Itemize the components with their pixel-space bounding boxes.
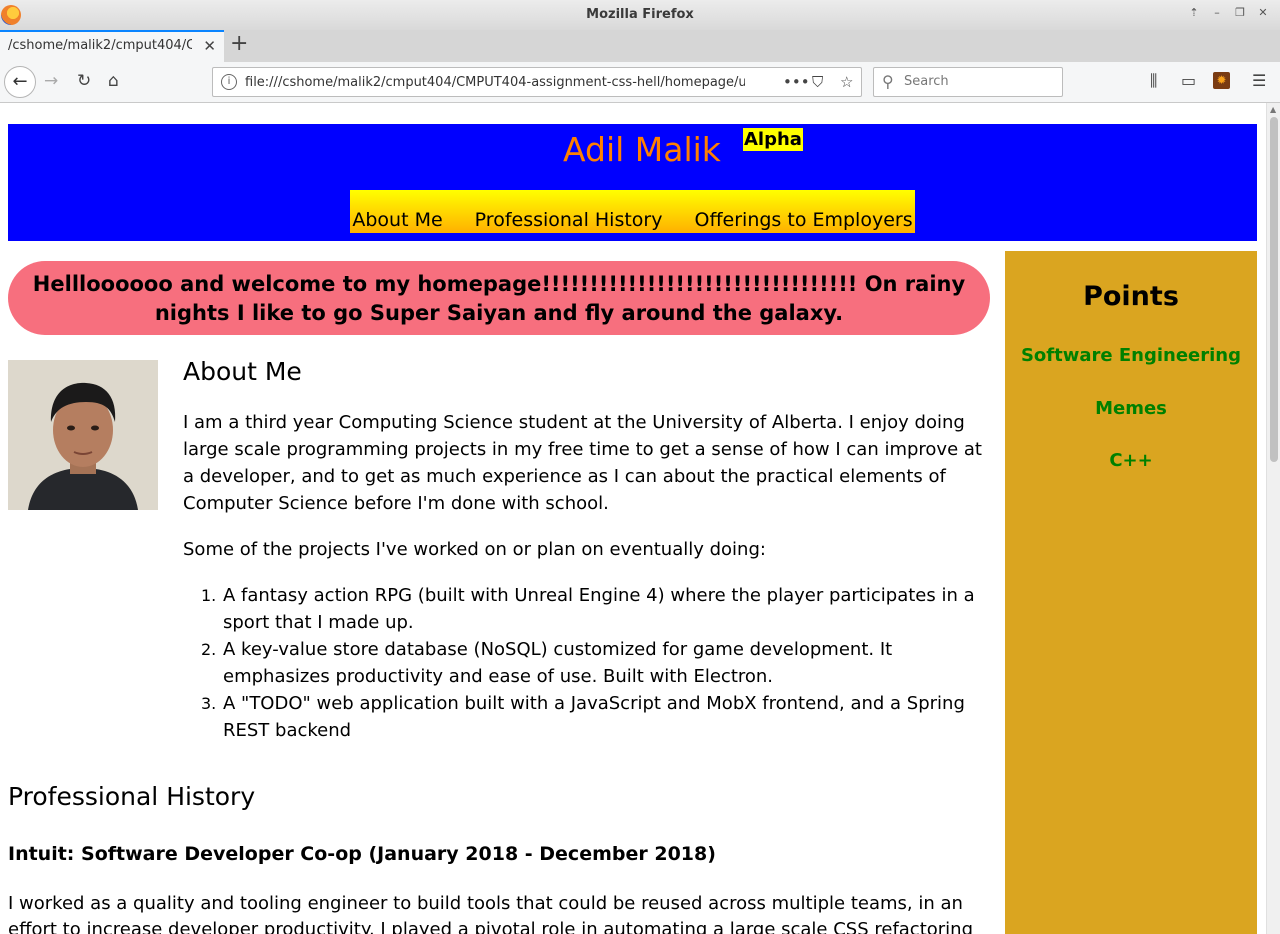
about-section: About Me I am a third year Computing Sci…	[183, 356, 993, 741]
pocket-icon[interactable]: ⛉	[812, 73, 823, 91]
new-tab-icon[interactable]: +	[230, 33, 248, 55]
info-icon[interactable]: i	[221, 74, 237, 90]
hamburger-menu-icon[interactable]: ☰	[1252, 71, 1266, 90]
about-intro: I am a third year Computing Science stud…	[183, 412, 982, 514]
list-item-number: 2.	[201, 640, 217, 659]
profile-photo-image	[8, 360, 158, 510]
points-sidebar: Points Software Engineering Memes C++	[1005, 251, 1257, 934]
alpha-badge: Alpha	[743, 128, 803, 151]
job-title: Intuit: Software Developer Co-op (Januar…	[8, 843, 716, 865]
sidebar-icon[interactable]: ▭	[1181, 71, 1196, 90]
projects-intro: Some of the projects I've worked on or p…	[183, 539, 766, 560]
page-scrollbar[interactable]: ▲	[1266, 103, 1280, 934]
nav-link-professional-history[interactable]: Professional History	[475, 209, 663, 233]
search-input[interactable]	[904, 74, 1054, 89]
page-viewport: Adil Malik Alpha About Me Professional H…	[0, 103, 1266, 934]
window-scroll-up-icon[interactable]: ⇡	[1185, 5, 1203, 21]
list-item-number: 1.	[201, 586, 217, 605]
list-item-text: A "TODO" web application built with a Ja…	[223, 693, 965, 741]
reload-icon[interactable]: ↻	[77, 71, 91, 91]
welcome-banner: Hellloooooo and welcome to my homepage!!…	[8, 261, 990, 335]
list-item: 3. A "TODO" web application built with a …	[201, 690, 993, 744]
list-item-number: 3.	[201, 694, 217, 713]
tab-title: /cshome/malik2/cmput404/CMPUT404-assignm…	[8, 38, 192, 53]
profile-photo	[8, 360, 158, 510]
nav-link-offerings[interactable]: Offerings to Employers	[695, 209, 913, 233]
site-header: Adil Malik Alpha About Me Professional H…	[8, 124, 1257, 241]
window-title: Mozilla Firefox	[586, 7, 694, 22]
tab-active[interactable]: /cshome/malik2/cmput404/CMPUT404-assignm…	[0, 30, 224, 62]
window-titlebar: Mozilla Firefox ⇡ – ❐ ✕	[0, 0, 1280, 31]
list-item: 2. A key-value store database (NoSQL) cus…	[201, 636, 993, 690]
projects-list: 1. A fantasy action RPG (built with Unrea…	[201, 582, 993, 744]
minimize-icon[interactable]: –	[1208, 5, 1226, 21]
extension-icon[interactable]: ✹	[1213, 72, 1230, 89]
forward-icon[interactable]: →	[44, 71, 58, 91]
site-title: Adil Malik	[563, 130, 721, 169]
navigation-toolbar: ← → ↻ ⌂ i file:///cshome/malik2/cmput404…	[0, 62, 1280, 103]
tab-bar: /cshome/malik2/cmput404/CMPUT404-assignm…	[0, 30, 1280, 63]
library-icon[interactable]: ⫼	[1150, 71, 1157, 91]
list-item-text: A fantasy action RPG (built with Unreal …	[223, 585, 975, 633]
window-controls: ⇡ – ❐ ✕	[1185, 5, 1272, 21]
about-heading: About Me	[183, 357, 302, 386]
scrollbar-thumb[interactable]	[1270, 117, 1278, 462]
site-nav: About Me Professional History Offerings …	[350, 190, 915, 233]
job-description: I worked as a quality and tooling engine…	[8, 893, 974, 934]
more-icon[interactable]: •••	[783, 73, 810, 91]
list-item-text: A key-value store database (NoSQL) custo…	[223, 639, 893, 687]
url-bar[interactable]: i file:///cshome/malik2/cmput404/CMPUT40…	[212, 67, 862, 97]
sidebar-title: Points	[1083, 281, 1179, 312]
search-box[interactable]: ⚲	[873, 67, 1063, 97]
professional-history-heading: Professional History	[8, 782, 256, 811]
back-icon[interactable]: ←	[4, 66, 36, 98]
close-window-icon[interactable]: ✕	[1254, 5, 1272, 21]
list-item: 1. A fantasy action RPG (built with Unrea…	[201, 582, 993, 636]
sidebar-link-memes[interactable]: Memes	[1005, 398, 1257, 419]
url-text[interactable]: file:///cshome/malik2/cmput404/CMPUT404-…	[245, 75, 745, 90]
search-icon: ⚲	[882, 72, 894, 91]
sidebar-link-software-engineering[interactable]: Software Engineering	[1005, 345, 1257, 366]
maximize-icon[interactable]: ❐	[1231, 5, 1249, 21]
scroll-up-arrow-icon[interactable]: ▲	[1270, 105, 1276, 114]
sidebar-link-cpp[interactable]: C++	[1005, 450, 1257, 471]
tab-close-icon[interactable]: ✕	[203, 37, 216, 55]
nav-link-about-me[interactable]: About Me	[352, 209, 442, 233]
star-icon[interactable]: ☆	[840, 73, 853, 91]
home-icon[interactable]: ⌂	[108, 71, 119, 91]
